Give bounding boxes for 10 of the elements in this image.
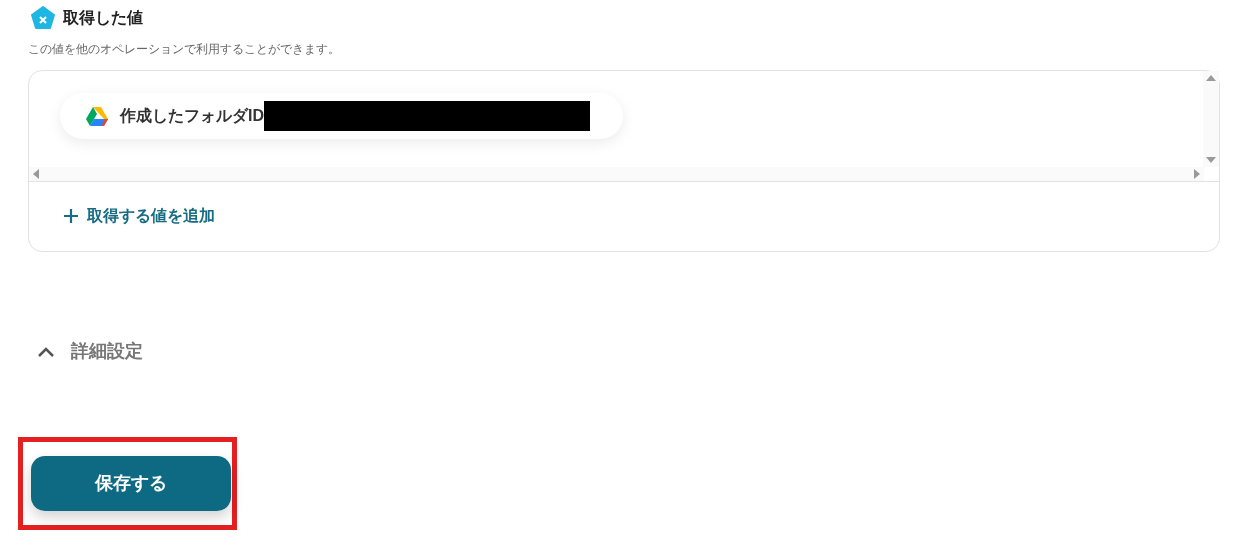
value-chip[interactable]: 作成したフォルダID: [60, 93, 623, 139]
section-title: 取得した値: [63, 8, 143, 28]
save-button[interactable]: 保存する: [31, 456, 231, 511]
drive-icon: [86, 106, 108, 126]
node-icon: [31, 6, 55, 30]
value-label: 作成したフォルダID: [120, 106, 264, 126]
section-description: この値を他のオペレーションで利用することができます。: [27, 41, 341, 58]
advanced-settings-toggle[interactable]: 詳細設定: [37, 338, 143, 365]
plus-icon: [63, 208, 79, 224]
add-value-link[interactable]: 取得する値を追加: [63, 204, 215, 228]
